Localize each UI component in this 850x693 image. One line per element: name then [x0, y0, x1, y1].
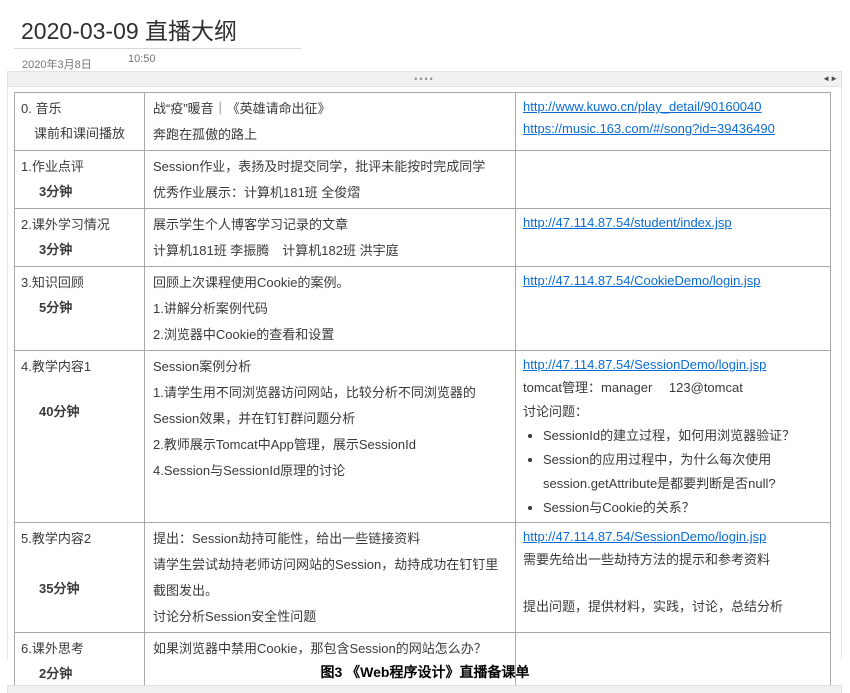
resource-cell: http://47.114.87.54/CookieDemo/login.jsp	[516, 267, 831, 351]
page-time: 10:50	[128, 53, 156, 65]
stage-cell: 4.教学内容1 40分钟	[15, 351, 145, 523]
lesson-plan-table: 0. 音乐 课前和课间播放 战“疫”暖音｜《英雄请命出征》 奔跑在孤傲的路上 h…	[14, 92, 831, 691]
stage-label: 5.教学内容2	[21, 526, 140, 551]
resource-note: 讨论问题：	[523, 400, 824, 424]
content-line: Session案例分析	[153, 354, 507, 380]
stage-label: 1.作业点评	[21, 154, 140, 179]
table-row-homework-review: 1.作业点评 3分钟 Session作业，表扬及时提交同学，批评未能按时完成同学…	[15, 151, 831, 209]
content-line: 展示学生个人博客学习记录的文章	[153, 212, 507, 238]
content-line: 战“疫”暖音｜《英雄请命出征》	[153, 96, 507, 122]
resource-cell: http://47.114.87.54/SessionDemo/login.js…	[516, 351, 831, 523]
content-line: 2.浏览器中Cookie的查看和设置	[153, 322, 507, 348]
container-border-left	[7, 87, 8, 660]
discussion-question: SessionId的建立过程，如何用浏览器验证？	[543, 424, 824, 448]
content-line: 1.请学生用不同浏览器访问网站，比较分析不同浏览器的Session效果，并在钉钉…	[153, 380, 507, 432]
nav-left-icon[interactable]: ◄	[822, 74, 830, 83]
stage-duration: 35分钟	[21, 576, 140, 601]
stage-cell: 2.课外学习情况 3分钟	[15, 209, 145, 267]
table-row-music: 0. 音乐 课前和课间播放 战“疫”暖音｜《英雄请命出征》 奔跑在孤傲的路上 h…	[15, 93, 831, 151]
discussion-question: Session与Cookie的关系？	[543, 496, 824, 520]
content-line: 优秀作业展示：计算机181班 全俊熠	[153, 180, 507, 206]
nav-right-icon[interactable]: ►	[830, 74, 838, 83]
stage-note: 课前和课间播放	[21, 121, 140, 146]
figure-caption: 图3 《Web程序设计》直播备课单	[0, 662, 850, 682]
resource-link[interactable]: http://47.114.87.54/SessionDemo/login.js…	[523, 526, 824, 548]
discussion-question: Session的应用过程中，为什么每次使用session.getAttribut…	[543, 448, 824, 496]
stage-cell: 0. 音乐 课前和课间播放	[15, 93, 145, 151]
resource-cell: http://47.114.87.54/SessionDemo/login.js…	[516, 523, 831, 633]
resource-link[interactable]: https://music.163.com/#/song?id=39436490	[523, 118, 824, 140]
page-title: 2020-03-09 直播大纲	[21, 12, 237, 46]
content-line: 请学生尝试劫持老师访问网站的Session，劫持成功在钉钉里截图发出。	[153, 552, 507, 604]
stage-duration: 3分钟	[21, 179, 140, 204]
stage-cell: 3.知识回顾 5分钟	[15, 267, 145, 351]
notebook-page: 2020-03-09 直播大纲 2020年3月8日 10:50 •••• ◄► …	[0, 0, 850, 693]
content-cell: Session作业，表扬及时提交同学，批评未能按时完成同学 优秀作业展示：计算机…	[145, 151, 516, 209]
resource-link[interactable]: http://www.kuwo.cn/play_detail/90160040	[523, 96, 824, 118]
content-line: 1.讲解分析案例代码	[153, 296, 507, 322]
content-cell: 提出：Session劫持可能性，给出一些链接资料 请学生尝试劫持老师访问网站的S…	[145, 523, 516, 633]
content-line: 2.教师展示Tomcat中App管理，展示SessionId	[153, 432, 507, 458]
content-line: 讨论分析Session安全性问题	[153, 604, 507, 630]
blank-line	[523, 572, 824, 595]
content-cell: Session案例分析 1.请学生用不同浏览器访问网站，比较分析不同浏览器的Se…	[145, 351, 516, 523]
content-line: 如果浏览器中禁用Cookie，那包含Session的网站怎么办？	[153, 636, 507, 662]
content-line: 提出：Session劫持可能性，给出一些链接资料	[153, 526, 507, 552]
container-border-right	[841, 87, 842, 660]
resource-link[interactable]: http://47.114.87.54/CookieDemo/login.jsp	[523, 270, 824, 292]
stage-cell: 1.作业点评 3分钟	[15, 151, 145, 209]
title-divider	[14, 48, 301, 49]
content-cell: 展示学生个人博客学习记录的文章 计算机181班 李振腾 计算机182班 洪宇庭	[145, 209, 516, 267]
content-line: 4.Session与SessionId原理的讨论	[153, 458, 507, 484]
table-row-teaching-content-1: 4.教学内容1 40分钟 Session案例分析 1.请学生用不同浏览器访问网站…	[15, 351, 831, 523]
content-line: 计算机181班 李振腾 计算机182班 洪宇庭	[153, 238, 507, 264]
resource-note: tomcat管理：manager 123@tomcat	[523, 376, 824, 400]
stage-label: 6.课外思考	[21, 636, 140, 661]
content-line: 奔跑在孤傲的路上	[153, 122, 507, 148]
stage-label: 4.教学内容1	[21, 354, 140, 379]
resource-cell: http://www.kuwo.cn/play_detail/90160040 …	[516, 93, 831, 151]
table-row-knowledge-review: 3.知识回顾 5分钟 回顾上次课程使用Cookie的案例。 1.讲解分析案例代码…	[15, 267, 831, 351]
stage-label: 3.知识回顾	[21, 270, 140, 295]
container-nav-arrows: ◄►	[822, 73, 838, 85]
resource-cell	[516, 151, 831, 209]
next-container-header	[7, 685, 842, 693]
resource-cell: http://47.114.87.54/student/index.jsp	[516, 209, 831, 267]
table-row-extracurricular: 2.课外学习情况 3分钟 展示学生个人博客学习记录的文章 计算机181班 李振腾…	[15, 209, 831, 267]
grip-dots-icon[interactable]: ••••	[8, 73, 841, 85]
stage-duration: 40分钟	[21, 399, 140, 424]
stage-cell: 5.教学内容2 35分钟	[15, 523, 145, 633]
content-line: 回顾上次课程使用Cookie的案例。	[153, 270, 507, 296]
discussion-question-list: SessionId的建立过程，如何用浏览器验证？ Session的应用过程中，为…	[529, 424, 824, 520]
stage-duration: 5分钟	[21, 295, 140, 320]
content-container-header[interactable]: •••• ◄►	[7, 71, 842, 87]
page-date: 2020年3月8日	[22, 56, 92, 72]
content-cell: 回顾上次课程使用Cookie的案例。 1.讲解分析案例代码 2.浏览器中Cook…	[145, 267, 516, 351]
stage-duration: 3分钟	[21, 237, 140, 262]
table-row-teaching-content-2: 5.教学内容2 35分钟 提出：Session劫持可能性，给出一些链接资料 请学…	[15, 523, 831, 633]
resource-link[interactable]: http://47.114.87.54/student/index.jsp	[523, 212, 824, 234]
stage-label: 2.课外学习情况	[21, 212, 140, 237]
resource-link[interactable]: http://47.114.87.54/SessionDemo/login.js…	[523, 354, 824, 376]
stage-label: 0. 音乐	[21, 96, 140, 121]
resource-note: 需要先给出一些劫持方法的提示和参考资料	[523, 548, 824, 572]
resource-note: 提出问题，提供材料，实践，讨论，总结分析	[523, 595, 824, 619]
content-cell: 战“疫”暖音｜《英雄请命出征》 奔跑在孤傲的路上	[145, 93, 516, 151]
content-line: Session作业，表扬及时提交同学，批评未能按时完成同学	[153, 154, 507, 180]
